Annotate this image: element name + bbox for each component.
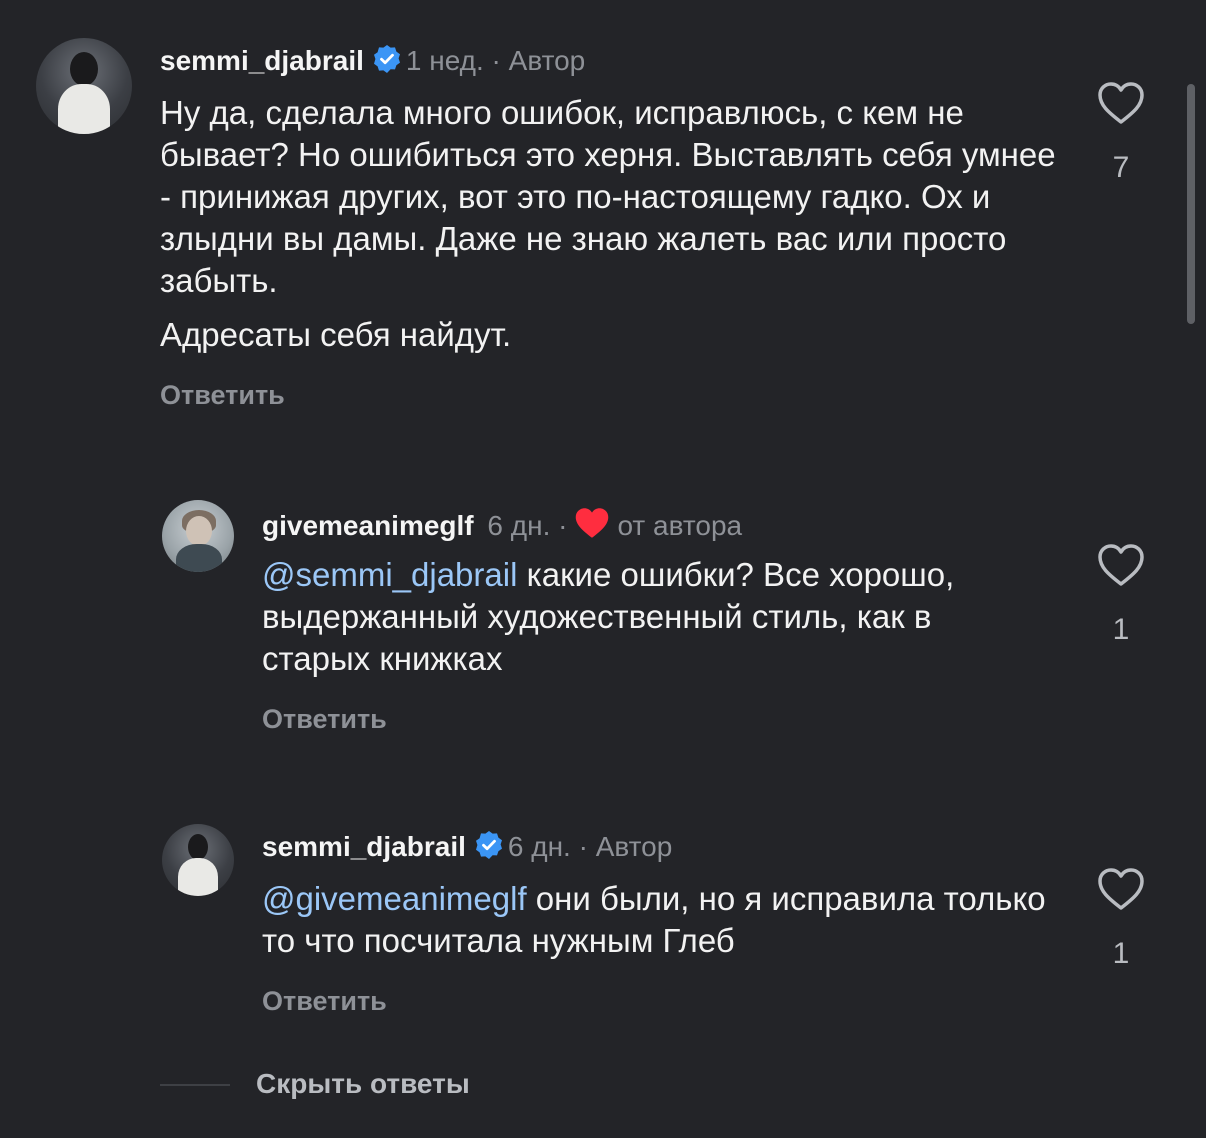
- comment-meta: givemeanimeglf 6 дн. · от автора: [262, 506, 742, 548]
- meta-separator: ·: [558, 510, 568, 541]
- scrollbar[interactable]: [1187, 84, 1195, 324]
- username[interactable]: semmi_djabrail: [160, 45, 364, 76]
- liked-by-author-label: от автора: [617, 510, 743, 541]
- hide-replies-button[interactable]: Скрыть ответы: [256, 1068, 470, 1100]
- comment-paragraph: Ну да, сделала много ошибок, исправлюсь,…: [160, 94, 1056, 299]
- comment-time: 6 дн.: [507, 831, 571, 862]
- comment-text: @givemeanimeglf они были, но я исправила…: [262, 878, 1062, 962]
- avatar[interactable]: [36, 38, 132, 134]
- avatar[interactable]: [162, 500, 234, 572]
- verified-badge-icon: [372, 44, 402, 82]
- author-tag: Автор: [595, 831, 673, 862]
- like-count: 1: [1112, 937, 1130, 970]
- reply-button[interactable]: Ответить: [160, 380, 285, 411]
- divider-line: [160, 1084, 230, 1086]
- reply-button[interactable]: Ответить: [262, 986, 387, 1017]
- comments-thread: semmi_djabrail 1 нед. · Автор Ну да, сдел…: [0, 0, 1206, 1138]
- comment-time: 6 дн.: [487, 510, 551, 541]
- comment-time: 1 нед.: [405, 45, 484, 76]
- verified-badge-icon: [474, 830, 504, 868]
- comment-paragraph: Адресаты себя найдут.: [160, 316, 512, 353]
- comment-meta: semmi_djabrail 6 дн. · Автор: [262, 830, 672, 868]
- username[interactable]: semmi_djabrail: [262, 831, 466, 862]
- comment-text: Ну да, сделала много ошибок, исправлюсь,…: [160, 92, 1060, 356]
- like-button[interactable]: 1: [1096, 866, 1146, 971]
- username[interactable]: givemeanimeglf: [262, 510, 474, 541]
- heart-outline-icon[interactable]: [1096, 80, 1146, 126]
- meta-separator: ·: [491, 45, 501, 76]
- heart-outline-icon[interactable]: [1096, 542, 1146, 588]
- like-button[interactable]: 7: [1096, 80, 1146, 185]
- heart-filled-icon: [573, 506, 611, 548]
- heart-outline-icon[interactable]: [1096, 866, 1146, 912]
- mention-link[interactable]: @givemeanimeglf: [262, 880, 527, 917]
- like-count: 7: [1112, 151, 1130, 184]
- avatar[interactable]: [162, 824, 234, 896]
- comment-text: @semmi_djabrail какие ошибки? Все хорошо…: [262, 554, 1022, 680]
- author-tag: Автор: [508, 45, 586, 76]
- like-count: 1: [1112, 613, 1130, 646]
- mention-link[interactable]: @semmi_djabrail: [262, 556, 517, 593]
- meta-separator: ·: [578, 831, 588, 862]
- like-button[interactable]: 1: [1096, 542, 1146, 647]
- comment-meta: semmi_djabrail 1 нед. · Автор: [160, 44, 585, 82]
- reply-button[interactable]: Ответить: [262, 704, 387, 735]
